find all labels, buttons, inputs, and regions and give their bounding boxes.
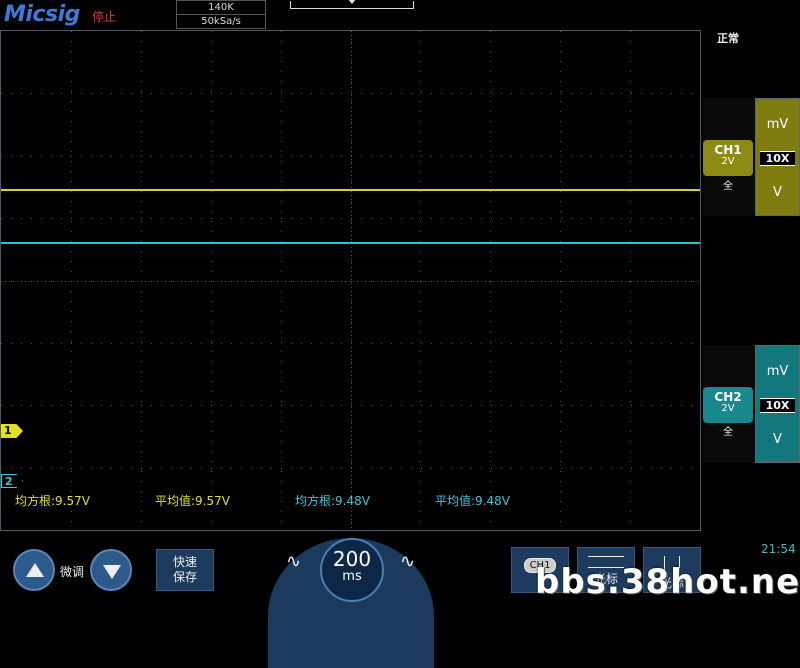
ch2-label-button[interactable]: CH2 2V xyxy=(703,387,753,423)
ch2-bandwidth: 全 xyxy=(723,427,733,438)
ch2-name: CH2 xyxy=(714,390,742,404)
ch1-label-button[interactable]: CH1 2V xyxy=(703,140,753,176)
quick-save-button[interactable]: 快速 保存 xyxy=(156,549,214,591)
timebase-readout[interactable]: 200 ms xyxy=(320,538,384,602)
ch1-volts-per-div: 2V xyxy=(721,156,735,167)
ch1-scale-up-button[interactable]: mV xyxy=(756,117,799,132)
ch2-scale-up-button[interactable]: mV xyxy=(756,364,799,379)
waveform-display[interactable]: 1 2 均方根:9.57V 平均值:9.57V 均方根:9.48V 平均值:9.… xyxy=(0,30,701,531)
ch1-mean-measurement[interactable]: 平均值:9.57V xyxy=(155,492,230,509)
ch1-scale-down-button[interactable]: V xyxy=(756,185,799,200)
arrow-up-icon xyxy=(26,563,44,577)
fine-down-button[interactable] xyxy=(90,549,132,591)
quick-save-label-1: 快速 xyxy=(172,555,197,569)
memory-depth[interactable]: 140K xyxy=(176,0,266,15)
trigger-position-icon[interactable] xyxy=(347,0,357,4)
ch1-bandwidth: 全 xyxy=(723,181,733,192)
timebase-unit: ms xyxy=(342,569,362,584)
ch1-waveform-trace xyxy=(1,189,700,191)
timebase-decrease-wave-icon[interactable]: ∿ xyxy=(286,551,301,572)
top-status-bar: Micsig 停止 140K 50kSa/s xyxy=(0,0,800,30)
ch1-rms-measurement[interactable]: 均方根:9.57V xyxy=(15,492,90,509)
quick-save-label-2: 保存 xyxy=(172,570,197,584)
ch2-waveform-trace xyxy=(1,242,700,244)
sample-rate: 50kSa/s xyxy=(176,14,266,29)
trigger-position-timeline[interactable] xyxy=(290,0,414,9)
timebase-dial[interactable]: ∿ 200 ms ∿ xyxy=(268,538,434,668)
bottom-control-bar: 微调 快速 保存 ∿ 200 ms ∿ CH1 光标 光标 21:54 bbs.… xyxy=(0,532,800,668)
ch2-scale-control[interactable]: mV 10X V xyxy=(755,345,800,463)
ch2-volts-per-div: 2V xyxy=(721,403,735,414)
ch2-probe-ratio[interactable]: 10X xyxy=(760,398,795,413)
fine-up-button[interactable] xyxy=(13,549,55,591)
ch1-probe-ratio[interactable]: 10X xyxy=(760,151,795,166)
ch1-scale-control[interactable]: mV 10X V xyxy=(755,98,800,216)
brand-logo: Micsig xyxy=(4,2,80,27)
graticule-grid xyxy=(1,31,700,530)
run-stop-status[interactable]: 停止 xyxy=(92,8,116,25)
timebase-increase-wave-icon[interactable]: ∿ xyxy=(400,551,415,572)
watermark: bbs.38hot.net xyxy=(535,562,800,602)
ch1-name: CH1 xyxy=(714,143,742,157)
timebase-value: 200 xyxy=(332,547,372,571)
fine-adjust-label: 微调 xyxy=(60,565,85,579)
arrow-down-icon xyxy=(103,565,121,579)
ch2-rms-measurement[interactable]: 均方根:9.48V xyxy=(295,492,370,509)
trigger-mode-label[interactable]: 正常 xyxy=(717,30,739,46)
clock: 21:54 xyxy=(761,542,796,556)
ch2-scale-down-button[interactable]: V xyxy=(756,432,799,447)
ch2-mean-measurement[interactable]: 平均值:9.48V xyxy=(435,492,510,509)
